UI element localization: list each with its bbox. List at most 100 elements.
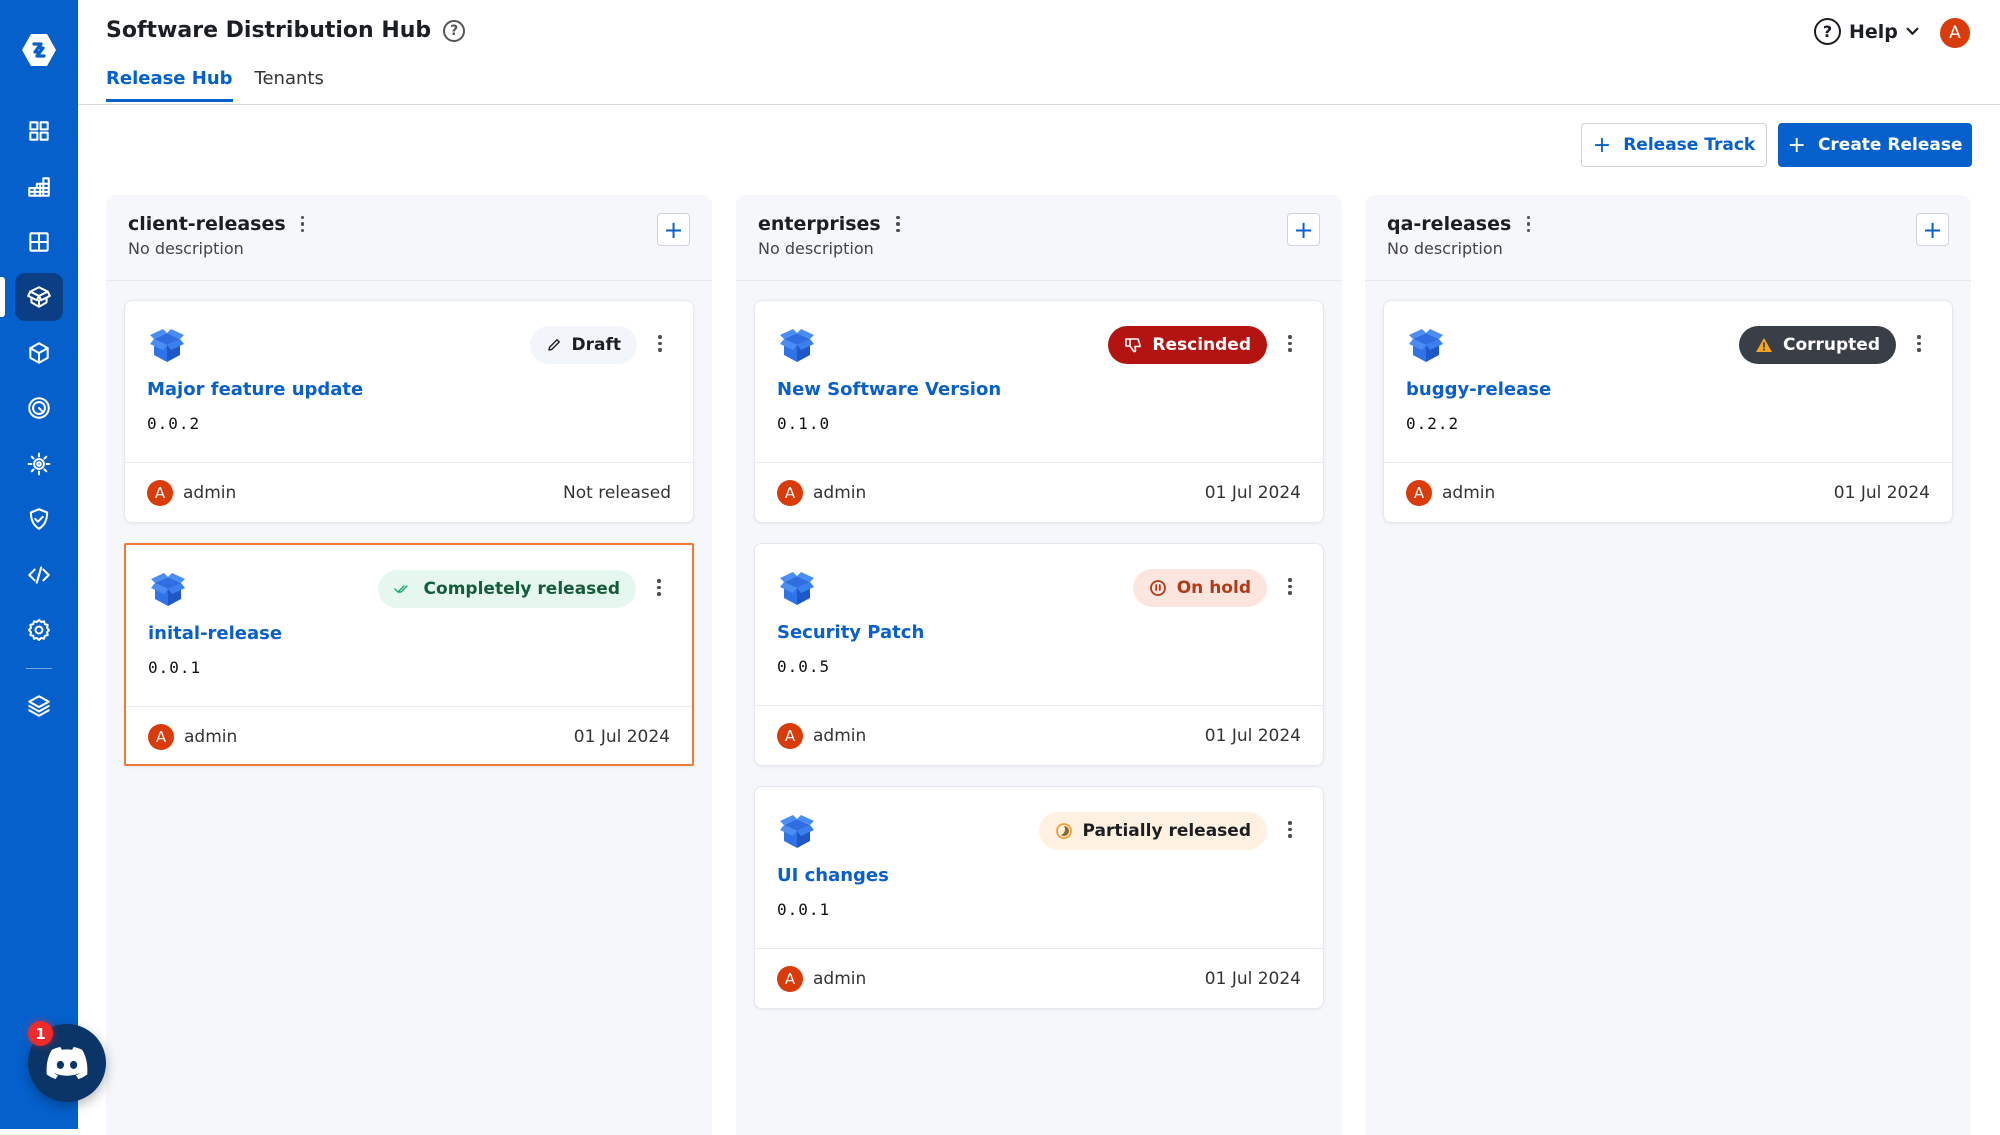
- column-description: No description: [128, 239, 244, 258]
- column-title: client-releases: [128, 213, 286, 235]
- release-card[interactable]: UI changes 0.0.1 Partially released Aadmin 0…: [754, 786, 1324, 1009]
- release-version: 0.2.2: [1406, 414, 1460, 433]
- release-name-link[interactable]: New Software Version: [777, 379, 1301, 400]
- column-menu-kebab-icon[interactable]: [298, 215, 308, 233]
- release-card-body: buggy-release 0.2.2 Corrupted: [1384, 301, 1952, 463]
- status-label: Corrupted: [1782, 335, 1880, 355]
- tab-release-hub[interactable]: Release Hub: [106, 68, 233, 102]
- sidebar-item-analytics[interactable]: [15, 163, 63, 211]
- release-menu-kebab-icon[interactable]: [1914, 335, 1924, 352]
- owner-avatar: A: [777, 966, 803, 992]
- release-name-link[interactable]: Security Patch: [777, 622, 1301, 643]
- release-track-column: qa-releases No description + buggy-release 0…: [1365, 195, 1971, 1135]
- release-card[interactable]: Major feature update 0.0.2 Draft Aadmin Not …: [124, 300, 694, 523]
- help-circle-icon: ?: [1814, 18, 1841, 45]
- help-menu-button[interactable]: ? Help: [1814, 18, 1919, 45]
- pencil-icon: [546, 337, 562, 353]
- release-card-footer: Aadmin 01 Jul 2024: [1384, 463, 1952, 523]
- plus-icon: +: [1592, 132, 1612, 158]
- release-card-body: UI changes 0.0.1 Partially released: [755, 787, 1323, 949]
- owner-name: admin: [1442, 483, 1496, 503]
- status-label: Partially released: [1082, 821, 1252, 841]
- column-menu-kebab-icon[interactable]: [893, 215, 903, 233]
- sidebar-item-packages[interactable]: [15, 329, 63, 377]
- sidebar-item-layers[interactable]: [15, 682, 63, 730]
- release-date: 01 Jul 2024: [1204, 726, 1301, 746]
- status-badge: Corrupted: [1738, 326, 1896, 364]
- release-menu-kebab-icon[interactable]: [1285, 578, 1295, 595]
- page-title: Software Distribution Hub: [106, 18, 432, 43]
- release-owner: Aadmin: [1406, 480, 1495, 506]
- release-owner: Aadmin: [147, 480, 236, 506]
- sidebar-item-targets[interactable]: [15, 384, 63, 432]
- sidebar: [0, 0, 78, 1129]
- table-grid-icon: [29, 232, 49, 252]
- thumbs-down-icon: [1124, 336, 1142, 354]
- release-menu-kebab-icon[interactable]: [1285, 821, 1295, 838]
- owner-avatar: A: [147, 480, 173, 506]
- info-help-icon[interactable]: ?: [443, 19, 466, 42]
- release-card[interactable]: inital-release 0.0.1 Completely released Aa…: [124, 543, 694, 766]
- sidebar-item-releases[interactable]: [15, 273, 63, 321]
- add-release-track-button[interactable]: + Release Track: [1581, 123, 1767, 167]
- column-description: No description: [758, 239, 874, 258]
- release-version: 0.0.2: [147, 414, 201, 433]
- app-logo-icon[interactable]: [19, 30, 59, 70]
- release-version: 0.0.1: [148, 658, 202, 677]
- user-avatar[interactable]: A: [1940, 18, 1970, 48]
- release-card-body: New Software Version 0.1.0 Rescinded: [755, 301, 1323, 463]
- release-owner: Aadmin: [777, 480, 866, 506]
- owner-name: admin: [813, 969, 867, 989]
- sidebar-item-developer[interactable]: [15, 551, 63, 599]
- create-release-label: Create Release: [1817, 135, 1963, 155]
- status-badge: Partially released: [1038, 812, 1267, 850]
- add-release-to-track-button[interactable]: +: [657, 213, 690, 246]
- release-date: 01 Jul 2024: [1204, 969, 1301, 989]
- progress-half-icon: [1055, 822, 1073, 840]
- release-date: 01 Jul 2024: [573, 727, 670, 747]
- create-release-button[interactable]: + Create Release: [1778, 123, 1972, 167]
- release-menu-kebab-icon[interactable]: [655, 335, 665, 352]
- release-card-footer: Aadmin 01 Jul 2024: [755, 463, 1323, 523]
- status-badge: Completely released: [377, 570, 636, 608]
- layers-icon: [28, 695, 50, 717]
- tab-tenants[interactable]: Tenants: [255, 68, 324, 102]
- release-card[interactable]: New Software Version 0.1.0 Rescinded Aadmin…: [754, 300, 1324, 523]
- column-menu-kebab-icon[interactable]: [1523, 215, 1533, 233]
- package-box-icon: [147, 325, 187, 365]
- active-indicator: [0, 277, 5, 317]
- column-header: enterprises No description +: [736, 195, 1342, 281]
- sidebar-item-settings[interactable]: [15, 606, 63, 654]
- package-box-icon: [777, 568, 817, 608]
- package-box-icon: [777, 325, 817, 365]
- release-menu-kebab-icon[interactable]: [1285, 335, 1295, 352]
- package-box-icon: [1406, 325, 1446, 365]
- status-label: On hold: [1176, 578, 1251, 598]
- sidebar-item-security[interactable]: [15, 495, 63, 543]
- add-release-to-track-button[interactable]: +: [1287, 213, 1320, 246]
- sidebar-item-dashboard[interactable]: [15, 107, 63, 155]
- release-owner: Aadmin: [777, 966, 866, 992]
- release-name-link[interactable]: buggy-release: [1406, 379, 1930, 400]
- cube-icon: [29, 342, 49, 364]
- column-title-row: client-releases: [128, 213, 690, 235]
- release-name-link[interactable]: Major feature update: [147, 379, 671, 400]
- release-date: 01 Jul 2024: [1833, 483, 1930, 503]
- column-description: No description: [1387, 239, 1503, 258]
- release-menu-kebab-icon[interactable]: [654, 579, 664, 596]
- open-box-icon: [27, 286, 51, 308]
- sidebar-item-monitoring[interactable]: [15, 440, 63, 488]
- add-release-to-track-button[interactable]: +: [1916, 213, 1949, 246]
- help-label: Help: [1849, 20, 1898, 43]
- page-header: Software Distribution Hub ?: [106, 18, 466, 43]
- release-name-link[interactable]: inital-release: [148, 623, 670, 644]
- sidebar-divider: [26, 668, 52, 669]
- release-track-column: enterprises No description + New Software V…: [736, 195, 1342, 1135]
- release-card[interactable]: Security Patch 0.0.5 On hold Aadmin 01 Jul 2…: [754, 543, 1324, 766]
- sidebar-item-tables[interactable]: [15, 218, 63, 266]
- release-card[interactable]: buggy-release 0.2.2 Corrupted Aadmin 01 Jul …: [1383, 300, 1953, 523]
- release-card-footer: Aadmin Not released: [125, 463, 693, 523]
- release-name-link[interactable]: UI changes: [777, 865, 1301, 886]
- owner-name: admin: [183, 483, 237, 503]
- column-title-row: qa-releases: [1387, 213, 1949, 235]
